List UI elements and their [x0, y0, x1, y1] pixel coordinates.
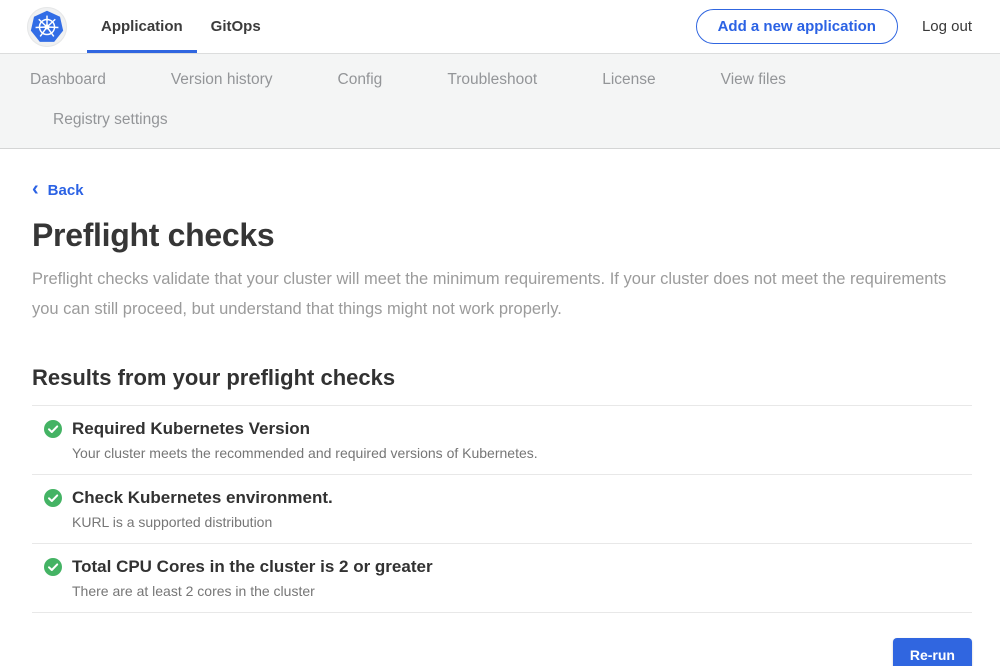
check-detail: Your cluster meets the recommended and r…	[72, 445, 972, 461]
rerun-button[interactable]: Re-run	[893, 638, 972, 666]
kubernetes-logo	[27, 7, 67, 47]
header-right: Add a new application Log out	[696, 9, 972, 44]
preflight-content: ‹ Back Preflight checks Preflight checks…	[0, 149, 1000, 666]
add-new-application-button[interactable]: Add a new application	[696, 9, 898, 44]
subnav-item-version-history[interactable]: Version history	[171, 71, 273, 89]
check-row-cpu-cores: Total CPU Cores in the cluster is 2 or g…	[32, 543, 972, 613]
subnav-item-license[interactable]: License	[602, 71, 655, 89]
check-title: Total CPU Cores in the cluster is 2 or g…	[72, 557, 433, 577]
top-header: Application GitOps Add a new application…	[0, 0, 1000, 53]
check-circle-icon	[44, 420, 62, 438]
results-heading: Results from your preflight checks	[32, 365, 972, 391]
check-row-kubernetes-environment: Check Kubernetes environment. KURL is a …	[32, 474, 972, 543]
subnav-item-registry-settings[interactable]: Registry settings	[53, 111, 168, 129]
subnav-item-view-files[interactable]: View files	[721, 71, 786, 89]
logout-link[interactable]: Log out	[922, 18, 972, 35]
header-tabs: Application GitOps	[87, 0, 275, 53]
tab-application-label: Application	[101, 18, 183, 35]
subnav-item-config[interactable]: Config	[338, 71, 383, 89]
back-link[interactable]: ‹ Back	[32, 180, 84, 200]
check-title-row: Required Kubernetes Version	[44, 419, 972, 439]
preflight-results-list: Required Kubernetes Version Your cluster…	[32, 405, 972, 613]
chevron-left-icon: ‹	[32, 179, 39, 199]
page-description: Preflight checks validate that your clus…	[32, 264, 950, 324]
back-link-label: Back	[48, 182, 84, 199]
check-detail: There are at least 2 cores in the cluste…	[72, 583, 972, 599]
check-title-row: Total CPU Cores in the cluster is 2 or g…	[44, 557, 972, 577]
kubernetes-helm-wheel-icon	[30, 10, 64, 44]
subnav-row-2: Registry settings	[0, 100, 1000, 140]
check-circle-icon	[44, 558, 62, 576]
check-title: Check Kubernetes environment.	[72, 488, 333, 508]
subnav-item-dashboard[interactable]: Dashboard	[30, 71, 106, 89]
check-title: Required Kubernetes Version	[72, 419, 310, 439]
check-row-kubernetes-version: Required Kubernetes Version Your cluster…	[32, 405, 972, 474]
check-title-row: Check Kubernetes environment.	[44, 488, 972, 508]
tab-application[interactable]: Application	[87, 0, 197, 53]
app-subnav: Dashboard Version history Config Trouble…	[0, 53, 1000, 149]
tab-gitops[interactable]: GitOps	[197, 0, 275, 53]
actions-bar: Re-run	[32, 638, 972, 666]
page-title: Preflight checks	[32, 217, 972, 254]
tab-gitops-label: GitOps	[211, 18, 261, 35]
check-circle-icon	[44, 489, 62, 507]
subnav-row-1: Dashboard Version history Config Trouble…	[0, 60, 1000, 100]
check-detail: KURL is a supported distribution	[72, 514, 972, 530]
subnav-item-troubleshoot[interactable]: Troubleshoot	[447, 71, 537, 89]
